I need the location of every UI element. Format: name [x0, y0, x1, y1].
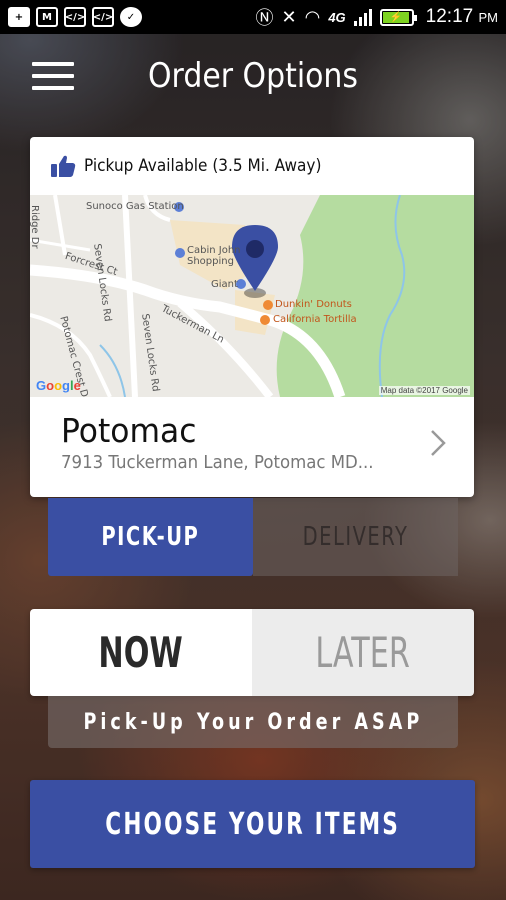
- order-mode-toggle: PICK-UP DELIVERY: [48, 498, 458, 576]
- map-label-cabin-john: Cabin John: [187, 245, 241, 256]
- code-icon: </>: [64, 7, 86, 27]
- page-title: Order Options: [148, 56, 358, 96]
- add-icon: +: [8, 7, 30, 27]
- thumbs-up-icon: [51, 155, 76, 177]
- chevron-right-icon: [431, 430, 446, 456]
- store-map[interactable]: Sunoco Gas Station Cabin John Shopping G…: [30, 195, 474, 397]
- store-name: Potomac: [61, 411, 197, 450]
- network-type: 4G: [328, 9, 346, 25]
- clock: 12:17 PM: [426, 6, 498, 28]
- choose-items-button[interactable]: CHOOSE YOUR ITEMS: [30, 780, 475, 868]
- map-label-giant: Giant: [211, 279, 238, 290]
- vibrate-off-icon: ✕: [281, 6, 297, 28]
- choose-items-label: CHOOSE YOUR ITEMS: [105, 806, 400, 842]
- google-logo: Google: [36, 378, 81, 393]
- pickup-label: PICK-UP: [101, 522, 200, 552]
- clock-ampm: PM: [478, 10, 499, 25]
- delivery-button[interactable]: DELIVERY: [253, 498, 458, 576]
- map-label-sunoco: Sunoco Gas Station: [86, 201, 184, 212]
- code-icon: </>: [92, 7, 114, 27]
- pickup-availability: Pickup Available (3.5 Mi. Away): [30, 137, 474, 195]
- asap-text: Pick-Up Your Order ASAP: [83, 709, 423, 735]
- status-bar: + M </> </> ✓ Ⓝ ✕ ◠ 4G ⚡ 12:17 PM: [0, 0, 506, 34]
- battery-icon: ⚡: [379, 8, 417, 26]
- store-address: 7913 Tuckerman Lane, Potomac MD...: [61, 452, 374, 473]
- map-label-shopping: Shopping: [187, 256, 234, 267]
- later-label: LATER: [315, 628, 411, 677]
- delivery-label: DELIVERY: [302, 522, 409, 552]
- map-attribution: Map data ©2017 Google: [378, 386, 470, 395]
- store-location-row[interactable]: Potomac 7913 Tuckerman Lane, Potomac MD.…: [30, 397, 474, 497]
- battery-fill: ⚡: [382, 11, 410, 23]
- signal-icon: [353, 8, 372, 26]
- pickup-availability-text: Pickup Available (3.5 Mi. Away): [84, 156, 322, 176]
- order-time-toggle: NOW LATER: [30, 609, 474, 696]
- map-label-california-tortilla: California Tortilla: [273, 314, 357, 325]
- location-card: Pickup Available (3.5 Mi. Away) Sunoco G…: [30, 137, 474, 497]
- clock-time: 12:17: [425, 6, 474, 27]
- now-label: NOW: [98, 628, 184, 677]
- map-graphic: [30, 195, 474, 397]
- mail-icon: M: [36, 7, 58, 27]
- messenger-icon: ✓: [120, 7, 142, 27]
- now-button[interactable]: NOW: [30, 609, 252, 696]
- later-button[interactable]: LATER: [252, 609, 474, 696]
- map-label-dunkin: Dunkin' Donuts: [275, 299, 352, 310]
- system-icons: Ⓝ ✕ ◠ 4G ⚡ 12:17 PM: [256, 4, 498, 30]
- notification-icons: + M </> </> ✓: [8, 7, 142, 27]
- app-header: Order Options: [0, 34, 506, 124]
- pickup-button[interactable]: PICK-UP: [48, 498, 253, 576]
- nfc-icon: Ⓝ: [255, 8, 274, 29]
- order-time-description: Pick-Up Your Order ASAP: [48, 696, 458, 748]
- map-label-ridge: Ridge Dr: [30, 205, 40, 249]
- wifi-icon: ◠: [304, 6, 321, 28]
